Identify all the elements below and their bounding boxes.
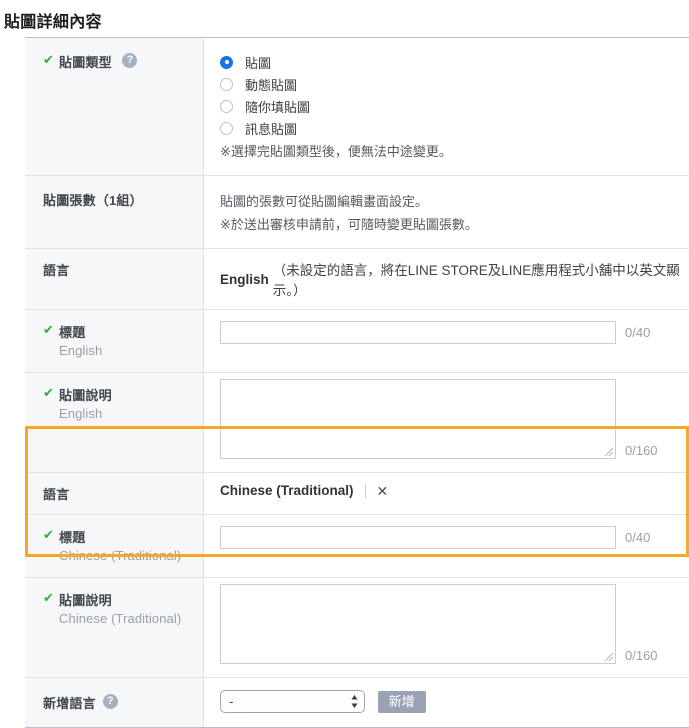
language-chinese-label-cell: 語言 xyxy=(25,473,204,514)
add-language-value-cell: - 新增 xyxy=(204,678,689,727)
title-english-label-cell: ✔ 標題 English xyxy=(25,310,204,372)
title-english-field-row: 0/40 xyxy=(220,321,689,344)
page-title: 貼圖詳細內容 xyxy=(4,14,102,31)
title-english-label: 標題 xyxy=(59,325,86,340)
close-icon[interactable]: ✕ xyxy=(377,484,389,498)
question-mark-icon[interactable]: ? xyxy=(122,53,138,68)
description-english-value-cell: 0/160 xyxy=(204,373,689,472)
radio-label-custom-sticker: 隨你填貼圖 xyxy=(245,99,311,115)
language-chinese-label: 語言 xyxy=(43,487,70,502)
title-chinese-label-wrap: ✔ 標題 xyxy=(43,526,86,545)
description-english-label: 貼圖說明 xyxy=(59,388,112,403)
language-english-label: 語言 xyxy=(43,263,70,278)
description-chinese-label-wrap: ✔ 貼圖說明 xyxy=(43,589,112,608)
sticker-type-label-wrap: ✔ 貼圖類型 xyxy=(43,51,115,70)
radio-label-message-sticker: 訊息貼圖 xyxy=(245,121,298,137)
language-chinese-name: Chinese (Traditional) xyxy=(220,483,354,498)
check-icon: ✔ xyxy=(43,526,54,542)
description-english-sublabel: English xyxy=(59,406,103,421)
description-english-textarea[interactable] xyxy=(220,379,616,459)
title-chinese-value-cell: 0/40 xyxy=(204,515,689,577)
sticker-count-note-2: ※於送出審核申請前，可隨時變更貼圖張數。 xyxy=(220,217,478,232)
language-english-value-cell: English （未設定的語言，將在LINE STORE及LINE應用程式小舖中… xyxy=(204,249,689,309)
check-icon: ✔ xyxy=(43,321,54,337)
table-row-language-english: 語言 English （未設定的語言，將在LINE STORE及LINE應用程式… xyxy=(25,249,689,310)
radio-option-custom-sticker[interactable]: 隨你填貼圖 xyxy=(220,95,689,117)
radio-label-sticker: 貼圖 xyxy=(245,55,272,71)
sticker-count-label: 貼圖張數（1組） xyxy=(43,193,143,208)
title-chinese-counter: 0/40 xyxy=(625,530,651,545)
sticker-type-label-cell: ✔ 貼圖類型 ? xyxy=(25,38,204,175)
description-chinese-value-cell: 0/160 xyxy=(204,578,689,677)
title-english-value-cell: 0/40 xyxy=(204,310,689,372)
check-icon: ✔ xyxy=(43,384,54,400)
radio-option-message-sticker[interactable]: 訊息貼圖 xyxy=(220,117,689,139)
sticker-count-label-cell: 貼圖張數（1組） xyxy=(25,176,204,248)
sticker-type-note: ※選擇完貼圖類型後，便無法中途變更。 xyxy=(220,144,452,159)
title-chinese-label: 標題 xyxy=(59,530,86,545)
language-english-note: （未設定的語言，將在LINE STORE及LINE應用程式小舖中以英文顯示。） xyxy=(272,263,680,298)
add-language-button[interactable]: 新增 xyxy=(377,690,426,713)
language-chinese-value-cell: Chinese (Traditional) ✕ xyxy=(204,473,689,514)
title-chinese-input[interactable] xyxy=(220,526,616,549)
radio-option-animated-sticker[interactable]: 動態貼圖 xyxy=(220,73,689,95)
radio-icon-custom-sticker[interactable] xyxy=(220,99,233,113)
radio-option-sticker[interactable]: 貼圖 xyxy=(220,51,689,73)
divider xyxy=(364,483,366,498)
description-chinese-counter: 0/160 xyxy=(625,648,658,663)
table-row-language-chinese: 語言 Chinese (Traditional) ✕ xyxy=(25,473,689,515)
table-row-title-english: ✔ 標題 English 0/40 xyxy=(25,310,689,373)
question-mark-icon[interactable]: ? xyxy=(102,694,118,709)
check-icon: ✔ xyxy=(43,589,54,605)
add-language-select[interactable]: - xyxy=(220,690,365,713)
table-row-sticker-type: ✔ 貼圖類型 ? 貼圖 動態貼圖 隨你填貼圖 訊息貼圖 ※選擇完貼圖類型後，便無… xyxy=(25,38,689,176)
radio-icon-animated-sticker[interactable] xyxy=(220,77,233,91)
description-english-label-cell: ✔ 貼圖說明 English xyxy=(25,373,204,472)
description-english-label-wrap: ✔ 貼圖說明 xyxy=(43,384,112,403)
language-english-name: English xyxy=(220,271,269,287)
add-language-label: 新增語言 xyxy=(43,696,96,711)
radio-label-animated-sticker: 動態貼圖 xyxy=(245,77,298,93)
radio-icon-message-sticker[interactable] xyxy=(220,121,233,135)
title-chinese-label-cell: ✔ 標題 Chinese (Traditional) xyxy=(25,515,204,577)
description-chinese-textarea[interactable] xyxy=(220,584,616,664)
table-row-description-english: ✔ 貼圖說明 English 0/160 xyxy=(25,373,689,473)
language-english-header: English （未設定的語言，將在LINE STORE及LINE應用程式小舖中… xyxy=(220,259,689,299)
add-language-label-cell: 新增語言? xyxy=(25,678,204,727)
description-chinese-textarea-wrap xyxy=(220,584,616,664)
description-chinese-label: 貼圖說明 xyxy=(59,593,112,608)
sticker-count-note-1: 貼圖的張數可從貼圖編輯畫面設定。 xyxy=(220,194,429,209)
description-chinese-label-cell: ✔ 貼圖說明 Chinese (Traditional) xyxy=(25,578,204,677)
title-english-label-wrap: ✔ 標題 xyxy=(43,321,86,340)
sticker-type-label: 貼圖類型 xyxy=(59,55,112,70)
sticker-count-value-cell: 貼圖的張數可從貼圖編輯畫面設定。 ※於送出審核申請前，可隨時變更貼圖張數。 xyxy=(204,176,689,248)
description-english-counter: 0/160 xyxy=(625,443,658,458)
table-row-title-chinese: ✔ 標題 Chinese (Traditional) 0/40 xyxy=(25,515,689,578)
table-row-add-language: 新增語言? - 新增 xyxy=(25,678,689,727)
language-chinese-header: Chinese (Traditional) ✕ xyxy=(220,483,689,498)
check-icon: ✔ xyxy=(43,51,54,67)
title-english-input[interactable] xyxy=(220,321,616,344)
add-language-select-wrap[interactable]: - xyxy=(220,690,365,713)
radio-icon-sticker[interactable] xyxy=(220,55,233,69)
title-chinese-field-row: 0/40 xyxy=(220,526,689,549)
sticker-type-value-cell: 貼圖 動態貼圖 隨你填貼圖 訊息貼圖 ※選擇完貼圖類型後，便無法中途變更。 xyxy=(204,38,689,175)
title-english-sublabel: English xyxy=(59,343,103,358)
title-english-counter: 0/40 xyxy=(625,325,651,340)
table-row-sticker-count: 貼圖張數（1組） 貼圖的張數可從貼圖編輯畫面設定。 ※於送出審核申請前，可隨時變… xyxy=(25,176,689,249)
language-english-label-cell: 語言 xyxy=(25,249,204,309)
sticker-detail-table: ✔ 貼圖類型 ? 貼圖 動態貼圖 隨你填貼圖 訊息貼圖 ※選擇完貼圖類型後，便無… xyxy=(25,37,689,728)
title-chinese-sublabel: Chinese (Traditional) xyxy=(59,548,182,563)
description-english-textarea-wrap xyxy=(220,379,616,459)
table-row-description-chinese: ✔ 貼圖說明 Chinese (Traditional) 0/160 xyxy=(25,578,689,678)
